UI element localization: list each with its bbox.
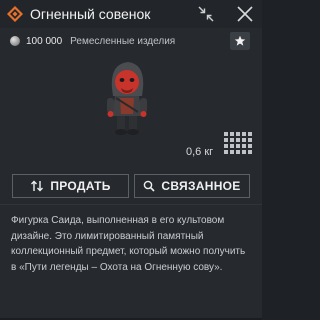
item-price: 100 000 (26, 35, 63, 47)
rune-diamond-icon (6, 5, 24, 23)
collapse-arrows-icon (198, 6, 214, 22)
favorite-button[interactable] (230, 32, 250, 50)
item-detail-window: Огненный совенок 100 000 Ремесленные изд… (0, 0, 262, 320)
item-weight: 0,6 кг (186, 146, 214, 158)
related-button[interactable]: СВЯЗАННОЕ (134, 174, 250, 198)
item-preview: 0,6 кг (0, 52, 262, 160)
item-meta-row: 100 000 Ремесленные изделия (10, 33, 175, 49)
silver-coin-icon (10, 36, 20, 46)
collapse-button[interactable] (196, 4, 216, 24)
search-icon (143, 180, 155, 192)
related-button-label: СВЯЗАННОЕ (161, 179, 241, 193)
window-header: Огненный совенок (0, 0, 262, 28)
inventory-grid-icon (224, 132, 252, 154)
divider (0, 204, 262, 205)
sell-button-label: ПРОДАТЬ (50, 179, 111, 193)
item-description: Фигурка Саида, выполненная в его культов… (11, 215, 246, 273)
star-icon (234, 35, 246, 46)
sell-button[interactable]: ПРОДАТЬ (12, 174, 129, 198)
figurine-image (107, 62, 147, 135)
close-icon (237, 6, 253, 22)
close-button[interactable] (234, 3, 256, 25)
sell-arrows-icon (30, 180, 44, 192)
item-category: Ремесленные изделия (70, 35, 176, 47)
window-title: Огненный совенок (30, 6, 151, 22)
